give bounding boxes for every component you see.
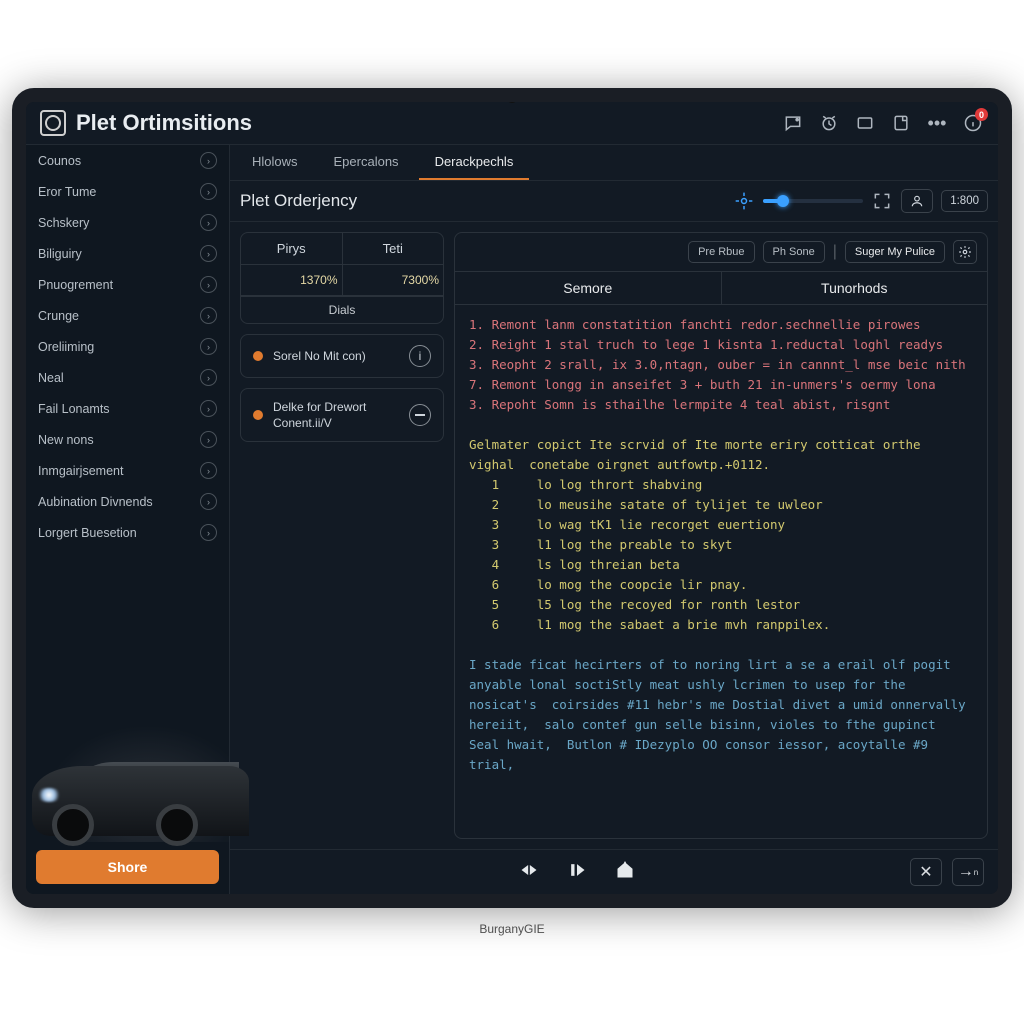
col-header-teti: Teti xyxy=(343,233,444,265)
sidebar-item-inmgairjsement[interactable]: Inmgairjsement› xyxy=(26,455,229,486)
target-icon[interactable] xyxy=(733,190,755,212)
chevron-right-icon: › xyxy=(200,493,217,510)
sidebar-item-fail-lonamts[interactable]: Fail Lonamts› xyxy=(26,393,229,424)
chevron-right-icon: › xyxy=(200,214,217,231)
car-illustration xyxy=(26,712,229,842)
console-panel: Pre Rbue Ph Sone | Suger My Pulice Semor… xyxy=(454,232,988,839)
sidebar-item-eror-tume[interactable]: Eror Tume› xyxy=(26,176,229,207)
sidebar-item-neal[interactable]: Neal› xyxy=(26,362,229,393)
prev-button[interactable]: Pre Rbue xyxy=(688,241,754,263)
sidebar-item-schskery[interactable]: Schskery› xyxy=(26,207,229,238)
window-icon[interactable] xyxy=(854,112,876,134)
chevron-right-icon: › xyxy=(200,338,217,355)
chevron-right-icon: › xyxy=(200,524,217,541)
chevron-right-icon: › xyxy=(200,245,217,262)
app-logo-icon xyxy=(40,110,66,136)
sidebar-item-oreliiming[interactable]: Oreliiming› xyxy=(26,331,229,362)
rewind-button[interactable] xyxy=(519,860,539,885)
chevron-right-icon: › xyxy=(200,462,217,479)
play-pause-button[interactable] xyxy=(567,860,587,885)
more-icon[interactable]: ••• xyxy=(926,112,948,134)
col-header-pirys: Pirys xyxy=(241,233,343,265)
secondary-bar: Plet Orderjency 1:800 xyxy=(230,181,998,222)
chevron-right-icon: › xyxy=(200,276,217,293)
titlebar: Plet Ortimsitions ••• 0 xyxy=(26,102,998,145)
main-action-button[interactable]: Suger My Pulice xyxy=(845,241,945,263)
ratio-chip[interactable]: 1:800 xyxy=(941,190,988,212)
console-intro: Gelmater copict Ite scrvid of Ite morte … xyxy=(469,437,928,472)
sidebar-item-biliguiry[interactable]: Biliguiry› xyxy=(26,238,229,269)
settings-button[interactable] xyxy=(953,240,977,264)
chat-icon[interactable] xyxy=(782,112,804,134)
sidebar-list: Counos› Eror Tume› Schskery› Biliguiry› … xyxy=(26,145,229,712)
console-blue-block: I stade ficat hecirters of to noring lir… xyxy=(469,657,973,772)
tab-hlolows[interactable]: Hlolows xyxy=(236,145,314,180)
divider: | xyxy=(833,243,837,261)
pause-button[interactable]: Ph Sone xyxy=(763,241,825,263)
minus-circle-icon[interactable] xyxy=(409,404,431,426)
card-text: Delke for Drewort Conent.ii/V xyxy=(273,399,399,431)
tab-bar: Hlolows Epercalons Derackpechls xyxy=(230,145,998,181)
next-button[interactable]: →n xyxy=(952,858,984,886)
chevron-right-icon: › xyxy=(200,152,217,169)
user-chip[interactable] xyxy=(901,189,933,213)
tab-derackpechls[interactable]: Derackpechls xyxy=(419,145,530,180)
console-output: 1. Remont lanm constatition fanchti redo… xyxy=(455,305,987,838)
sidebar-item-pnuogrement[interactable]: Pnuogrement› xyxy=(26,269,229,300)
console-actions: Pre Rbue Ph Sone | Suger My Pulice xyxy=(455,233,987,272)
dials-label: Dials xyxy=(241,296,443,323)
cell-pirys: 1370% xyxy=(241,265,343,296)
chevron-right-icon: › xyxy=(200,431,217,448)
sidebar-item-crunge[interactable]: Crunge› xyxy=(26,300,229,331)
info-icon[interactable]: 0 xyxy=(962,112,984,134)
device-label: BurganyGIE xyxy=(479,908,544,936)
sidebar: Counos› Eror Tume› Schskery› Biliguiry› … xyxy=(26,145,230,894)
ratio-value: 1:800 xyxy=(950,195,979,207)
info-circle-icon[interactable]: i xyxy=(409,345,431,367)
col-header-semore: Semore xyxy=(455,272,722,304)
sidebar-item-aubination[interactable]: Aubination Divnends› xyxy=(26,486,229,517)
expand-icon[interactable] xyxy=(871,190,893,212)
metrics-column: Pirys Teti 1370% 7300% Dials Sorel No xyxy=(240,232,444,839)
tab-epercalons[interactable]: Epercalons xyxy=(318,145,415,180)
footer-bar: ✕ →n xyxy=(230,849,998,894)
cell-teti: 7300% xyxy=(343,265,444,296)
sidebar-item-new-nons[interactable]: New nons› xyxy=(26,424,229,455)
section-title: Plet Orderjency xyxy=(240,191,357,211)
console-yellow-rows: 1 lo log thrort shabving 2 lo meusihe sa… xyxy=(469,477,830,632)
chevron-right-icon: › xyxy=(200,369,217,386)
status-dot-icon xyxy=(253,410,263,420)
metrics-table: Pirys Teti 1370% 7300% Dials xyxy=(240,232,444,324)
sidebar-item-counos[interactable]: Counos› xyxy=(26,145,229,176)
main-panel: Hlolows Epercalons Derackpechls Plet Ord… xyxy=(230,145,998,894)
share-button[interactable]: Shore xyxy=(36,850,219,884)
chevron-right-icon: › xyxy=(200,307,217,324)
card-sorel[interactable]: Sorel No Mit con) i xyxy=(240,334,444,378)
sidebar-item-lorgert[interactable]: Lorgert Buesetion› xyxy=(26,517,229,548)
close-button[interactable]: ✕ xyxy=(910,858,942,886)
card-text: Sorel No Mit con) xyxy=(273,348,399,364)
col-header-tunorhods: Tunorhods xyxy=(722,272,988,304)
alarm-icon[interactable] xyxy=(818,112,840,134)
notification-badge: 0 xyxy=(975,108,988,121)
card-delke[interactable]: Delke for Drewort Conent.ii/V xyxy=(240,388,444,442)
app-title: Plet Ortimsitions xyxy=(76,110,252,136)
zoom-slider[interactable] xyxy=(763,199,863,203)
status-dot-icon xyxy=(253,351,263,361)
console-red-block: 1. Remont lanm constatition fanchti redo… xyxy=(469,317,966,412)
chevron-right-icon: › xyxy=(200,400,217,417)
note-icon[interactable] xyxy=(890,112,912,134)
home-button[interactable] xyxy=(615,860,635,885)
chevron-right-icon: › xyxy=(200,183,217,200)
